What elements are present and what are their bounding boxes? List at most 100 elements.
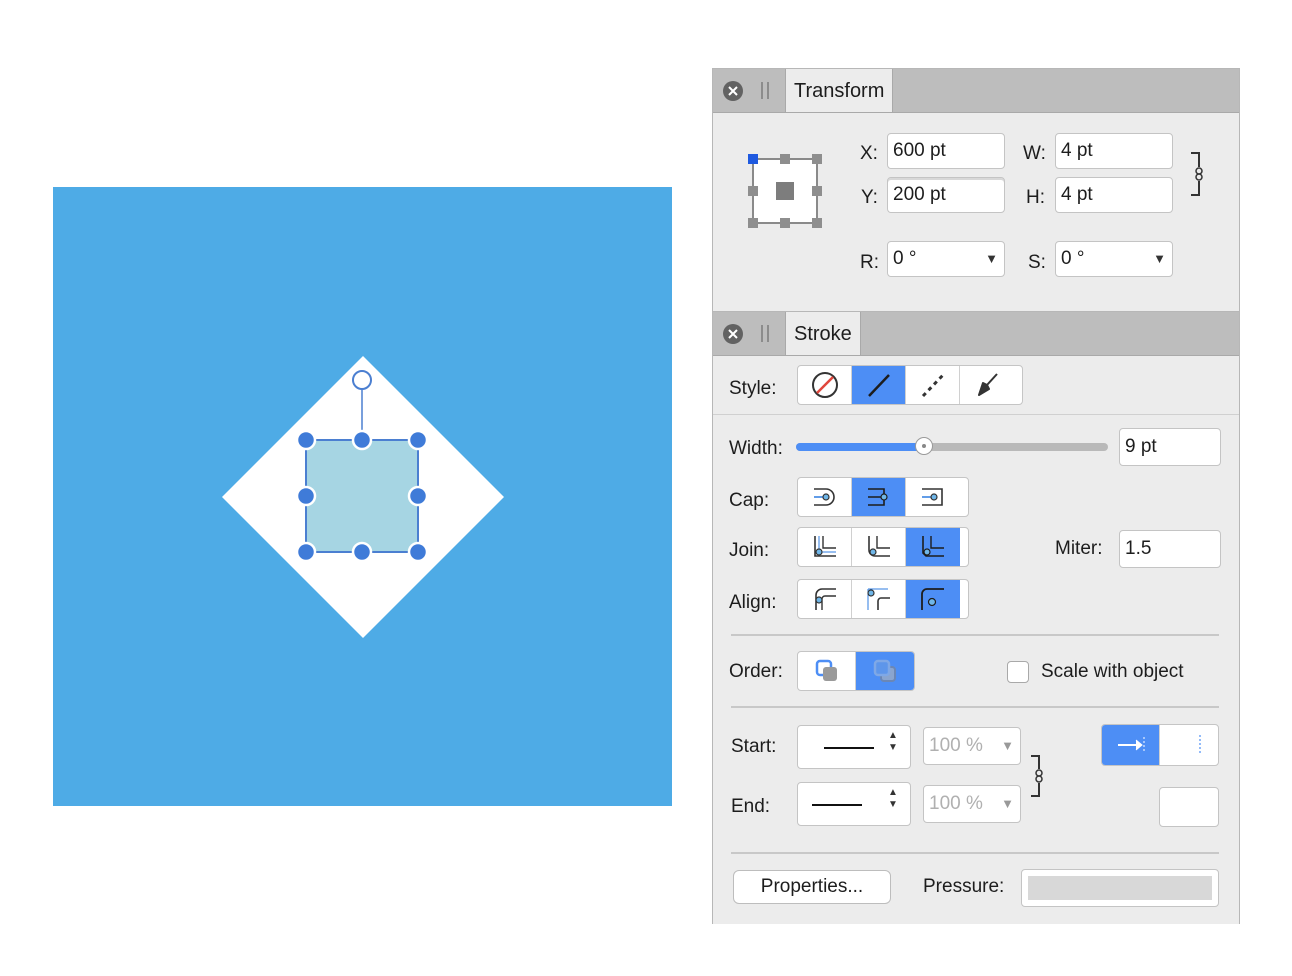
transform-tabbar: Transform: [713, 69, 1239, 113]
arrow-at-end-button[interactable]: [1160, 725, 1218, 765]
width-label: Width:: [729, 438, 783, 459]
dashed-line-icon: [921, 373, 944, 398]
link-chain-icon[interactable]: [1029, 752, 1049, 800]
dashed-line-button[interactable]: [906, 366, 960, 404]
link-chain-icon[interactable]: [1187, 149, 1207, 199]
round-join-button[interactable]: [852, 528, 906, 566]
style-divider: [713, 414, 1239, 415]
width-field[interactable]: 9 pt: [1119, 428, 1221, 466]
end-arrowhead-picker[interactable]: ▲ ▼: [797, 782, 911, 826]
end-label: End:: [731, 796, 771, 817]
start-arrowhead-picker[interactable]: ▲ ▼: [797, 725, 911, 769]
line-end-preview: [812, 804, 862, 806]
scale-with-object-checkbox[interactable]: [1007, 661, 1029, 683]
resize-handle-right[interactable]: [406, 484, 430, 508]
resize-handle-top-left[interactable]: [294, 428, 318, 452]
square-cap-icon: [922, 488, 943, 506]
end-scale-dropdown[interactable]: 100 % ▼: [923, 785, 1021, 823]
align-center-icon: [814, 588, 836, 610]
tab-transform[interactable]: Transform: [785, 69, 894, 112]
width-slider-knob[interactable]: [914, 437, 933, 455]
pressure-label: Pressure:: [923, 876, 1005, 897]
transform-panel: Transform X: 600 pt W: 4 pt Y: 200 pt H:…: [712, 68, 1240, 312]
section-divider: [731, 852, 1219, 854]
brush-stroke-button[interactable]: [960, 366, 1014, 404]
resize-handle-left[interactable]: [294, 484, 318, 508]
width-slider-fill: [796, 443, 924, 451]
none-style-icon: [811, 372, 838, 398]
align-label: Align:: [729, 592, 777, 613]
start-scale-value: 100 %: [929, 735, 983, 756]
arrow-at-end-icon: [1199, 735, 1201, 755]
style-label: Style:: [729, 378, 777, 399]
join-buttons: [797, 527, 969, 567]
end-scale-value: 100 %: [929, 793, 983, 814]
resize-handle-top-right[interactable]: [406, 428, 430, 452]
section-divider: [731, 706, 1219, 708]
resize-handle-bottom-left[interactable]: [294, 540, 318, 564]
dropdown-arrow-icon: ▼: [985, 251, 998, 266]
h-field[interactable]: 4 pt: [1055, 177, 1173, 213]
bevel-join-button[interactable]: [906, 528, 960, 566]
align-inside-button[interactable]: [852, 580, 906, 618]
round-cap-icon: [813, 488, 835, 506]
round-cap-button[interactable]: [798, 478, 852, 516]
x-field[interactable]: 600 pt: [887, 133, 1005, 169]
start-scale-dropdown[interactable]: 100 % ▼: [923, 727, 1021, 765]
stepper-arrows-icon[interactable]: ▲ ▼: [888, 787, 898, 811]
style-buttons: [797, 365, 1023, 405]
align-outside-button[interactable]: [906, 580, 960, 618]
round-join-icon: [867, 536, 890, 557]
anchor-top-left: [748, 154, 758, 164]
w-field[interactable]: 4 pt: [1055, 133, 1173, 169]
arrow-right-icon: [1117, 737, 1144, 753]
dropdown-arrow-icon: ▼: [1153, 251, 1166, 266]
properties-button[interactable]: Properties...: [733, 870, 891, 904]
align-buttons: [797, 579, 969, 619]
line-end-preview: [824, 747, 874, 749]
cap-label: Cap:: [729, 490, 770, 511]
miter-join-button[interactable]: [798, 528, 852, 566]
arrow-preview-box[interactable]: [1159, 787, 1219, 827]
miter-field[interactable]: 1.5: [1119, 530, 1221, 568]
tab-stroke[interactable]: Stroke: [785, 312, 861, 355]
drag-grip-icon[interactable]: [761, 82, 769, 99]
scale-with-object-label: Scale with object: [1041, 661, 1184, 682]
resize-handle-top[interactable]: [350, 428, 374, 452]
square-cap-button[interactable]: [906, 478, 960, 516]
brush-icon: [978, 373, 998, 396]
resize-handle-bottom[interactable]: [350, 540, 374, 564]
close-icon[interactable]: [723, 81, 743, 101]
none-style-button[interactable]: [798, 366, 852, 404]
section-divider: [731, 634, 1219, 636]
rotation-dropdown[interactable]: 0 ° ▼: [887, 241, 1005, 277]
arrow-beyond-button[interactable]: [1102, 725, 1160, 765]
stroke-panel: Stroke Style: Width: 9 pt Cap: Join: Mit…: [712, 312, 1240, 924]
order-label: Order:: [729, 661, 783, 682]
stepper-arrows-icon[interactable]: ▲ ▼: [888, 730, 898, 754]
solid-line-button[interactable]: [852, 366, 906, 404]
dropdown-arrow-icon: ▼: [1001, 796, 1014, 811]
stroke-front-button[interactable]: [856, 652, 914, 690]
anchor-point-selector[interactable]: [745, 151, 829, 235]
join-label: Join:: [729, 540, 770, 561]
stroke-behind-button[interactable]: [798, 652, 856, 690]
rotation-handle[interactable]: [350, 368, 374, 392]
miter-join-icon: [813, 536, 836, 557]
shear-dropdown[interactable]: 0 ° ▼: [1055, 241, 1173, 277]
y-label: Y:: [861, 187, 878, 208]
pressure-graph-button[interactable]: [1021, 869, 1219, 907]
butt-cap-icon: [867, 488, 888, 506]
r-label: R:: [860, 252, 879, 273]
resize-handle-bottom-right[interactable]: [406, 540, 430, 564]
solid-line-icon: [867, 374, 890, 397]
butt-cap-button[interactable]: [852, 478, 906, 516]
pressure-preview: [1028, 876, 1212, 900]
close-icon[interactable]: [723, 324, 743, 344]
y-field[interactable]: 200 pt: [887, 177, 1005, 213]
drag-grip-icon[interactable]: [761, 325, 769, 342]
width-slider[interactable]: [796, 437, 1108, 455]
align-outside-icon: [921, 588, 944, 610]
align-center-button[interactable]: [798, 580, 852, 618]
stroke-front-icon: [873, 659, 896, 682]
